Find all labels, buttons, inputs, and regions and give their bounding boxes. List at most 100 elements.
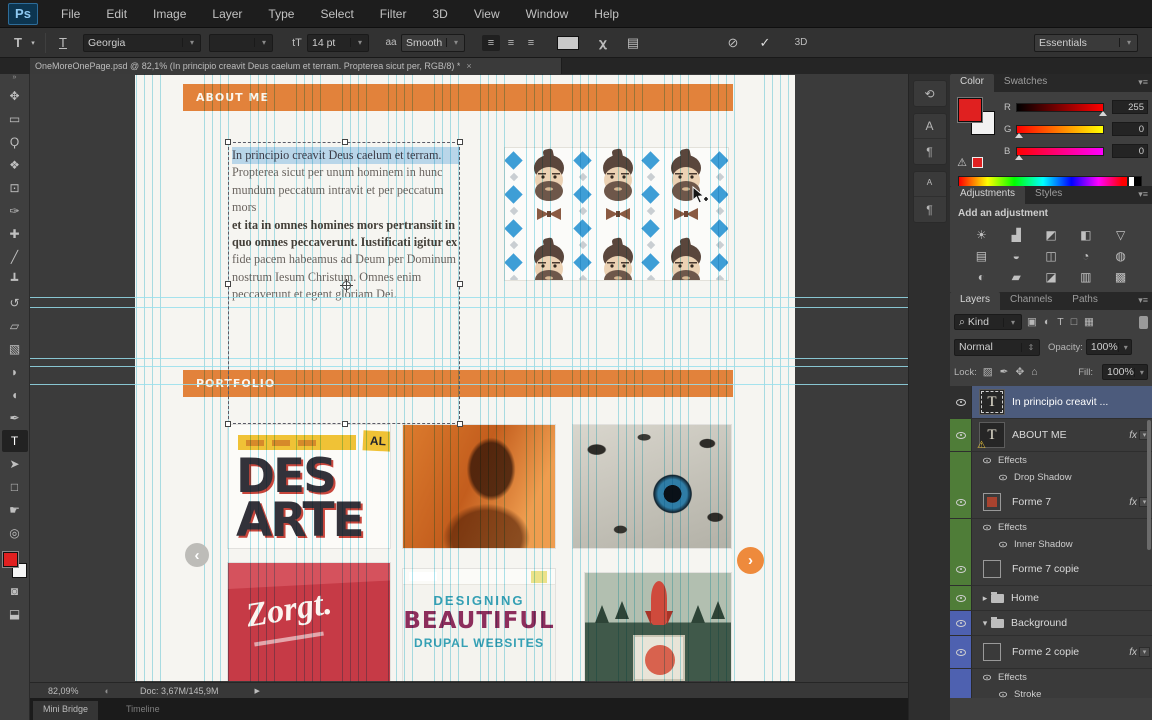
- visibility-eye-icon[interactable]: [955, 398, 966, 406]
- zoom-tool[interactable]: ◎: [2, 522, 28, 544]
- warp-text-icon[interactable]: 𝛘: [593, 35, 613, 51]
- document-viewport[interactable]: ABOUT ME In principio creavit Deus caelu…: [30, 74, 908, 682]
- quick-mask-icon[interactable]: ◙: [2, 580, 28, 602]
- character-icon[interactable]: A: [913, 114, 946, 139]
- channel-slider[interactable]: [1015, 146, 1104, 160]
- transform-handle[interactable]: [457, 139, 463, 145]
- layer-row[interactable]: Forme 2 copie fx ▾: [950, 636, 1152, 669]
- text-layer-bounding-box[interactable]: [225, 139, 463, 427]
- channel-mixer-icon[interactable]: ◍: [1103, 245, 1138, 266]
- filter-smart-objects-icon[interactable]: ▦: [1084, 316, 1094, 328]
- paragraph-icon[interactable]: ¶: [914, 139, 946, 164]
- channel-slider[interactable]: [1016, 102, 1107, 116]
- portfolio-thumb-poster[interactable]: AL DES ARTE: [228, 425, 390, 548]
- tab-channels[interactable]: Channels: [1000, 292, 1062, 310]
- filter-type-layers-icon[interactable]: T: [1057, 316, 1063, 328]
- effect-row[interactable]: Effects: [950, 519, 1152, 536]
- portfolio-thumb-rocket[interactable]: [585, 573, 731, 681]
- channel-value[interactable]: 0: [1112, 122, 1148, 136]
- eraser-tool[interactable]: ▱: [2, 315, 28, 337]
- transform-reference-point[interactable]: [340, 279, 353, 292]
- menu-window[interactable]: Window: [513, 7, 582, 21]
- lock-pixels-icon[interactable]: ✒: [1000, 366, 1009, 378]
- tab-layers[interactable]: Layers: [950, 292, 1001, 310]
- layer-body[interactable]: T In principio creavit ...: [972, 386, 1152, 418]
- font-style-select[interactable]: ▾: [209, 33, 273, 52]
- crop-tool[interactable]: ⊡: [2, 177, 28, 199]
- carousel-prev-button[interactable]: ‹: [185, 543, 209, 567]
- visibility-eye-icon[interactable]: [955, 648, 966, 656]
- filter-shape-layers-icon[interactable]: □: [1071, 316, 1077, 328]
- pattern-image[interactable]: [505, 148, 728, 280]
- slider-marker[interactable]: [1015, 154, 1023, 160]
- toggle-panels-icon[interactable]: ▤: [623, 35, 643, 51]
- transform-handle[interactable]: [225, 139, 231, 145]
- anti-alias-select[interactable]: Smooth ▾: [401, 33, 465, 52]
- fg-bg-color-widget[interactable]: [957, 97, 996, 136]
- photo-filter-icon[interactable]: ◔: [1068, 245, 1103, 266]
- lasso-tool[interactable]: Ϙ: [2, 131, 28, 153]
- hue-saturation-icon[interactable]: ▤: [964, 245, 999, 266]
- channel-value[interactable]: 255: [1112, 100, 1148, 114]
- group-expanded-icon[interactable]: ▾: [979, 618, 991, 629]
- history-icon[interactable]: ⟲: [914, 81, 946, 106]
- effect-visibility-eye-icon[interactable]: [983, 524, 991, 531]
- document-tab[interactable]: OneMoreOnePage.psd @ 82,1% (In principio…: [30, 58, 562, 74]
- tool-preset-icon[interactable]: T: [8, 35, 28, 50]
- transform-handle[interactable]: [225, 421, 231, 427]
- effect-row[interactable]: Effects: [950, 669, 1152, 686]
- blur-tool[interactable]: ◗: [2, 361, 28, 383]
- tab-styles[interactable]: Styles: [1025, 186, 1072, 204]
- panel-menu-icon[interactable]: ▾≡: [1138, 77, 1148, 88]
- posterize-icon[interactable]: ▰: [999, 266, 1034, 287]
- menu-image[interactable]: Image: [140, 7, 199, 21]
- brush-tool[interactable]: ╱: [2, 246, 28, 268]
- lock-transparency-icon[interactable]: ▨: [983, 366, 993, 378]
- tab-timeline[interactable]: Timeline: [116, 701, 170, 720]
- portfolio-thumb-leopard-eye[interactable]: [573, 425, 731, 548]
- zoom-level[interactable]: 82,09%: [48, 686, 79, 696]
- transform-handle[interactable]: [457, 421, 463, 427]
- status-flyout-icon[interactable]: ▶: [255, 687, 260, 695]
- hand-tool[interactable]: ☛: [2, 499, 28, 521]
- color-balance-icon[interactable]: ◒: [999, 245, 1034, 266]
- character-styles-icon[interactable]: ᴬ: [913, 172, 946, 197]
- layer-row[interactable]: Forme 7 fx ▾: [950, 486, 1152, 519]
- invert-icon[interactable]: ◐: [964, 266, 999, 287]
- selective-color-icon[interactable]: ▩: [1103, 266, 1138, 287]
- panel-menu-icon[interactable]: ▾≡: [1138, 189, 1148, 200]
- effects-collapse-icon[interactable]: ▾: [1139, 647, 1150, 657]
- transform-handle[interactable]: [457, 281, 463, 287]
- menu-edit[interactable]: Edit: [93, 7, 140, 21]
- effect-row[interactable]: Effects: [950, 452, 1152, 469]
- effect-visibility-eye-icon[interactable]: [983, 457, 991, 464]
- levels-icon[interactable]: ▟: [999, 224, 1034, 245]
- effect-row[interactable]: Inner Shadow: [950, 536, 1152, 553]
- menu-type[interactable]: Type: [255, 7, 307, 21]
- effect-row[interactable]: Stroke: [950, 686, 1152, 698]
- filter-adjustment-layers-icon[interactable]: ◐: [1044, 316, 1050, 328]
- channel-slider[interactable]: [1015, 124, 1104, 138]
- portfolio-thumb-zorgt[interactable]: Zorgt.: [228, 563, 390, 681]
- text-orientation-icon[interactable]: T: [53, 35, 73, 50]
- layer-body[interactable]: T ⚠ ABOUT ME fx ▾: [972, 419, 1152, 451]
- layer-row[interactable]: Forme 7 copie: [950, 553, 1152, 586]
- effect-visibility-eye-icon[interactable]: [983, 674, 991, 681]
- channel-value[interactable]: 0: [1112, 144, 1148, 158]
- gradient-map-icon[interactable]: ▥: [1068, 266, 1103, 287]
- visibility-eye-icon[interactable]: [955, 565, 966, 573]
- threshold-icon[interactable]: ◪: [1034, 266, 1069, 287]
- panel-menu-icon[interactable]: ▾≡: [1138, 295, 1148, 306]
- layer-row[interactable]: T ⚠ ABOUT ME fx ▾: [950, 419, 1152, 452]
- gamut-warning[interactable]: ⚠: [956, 156, 983, 169]
- gradient-tool[interactable]: ▧: [2, 338, 28, 360]
- move-tool[interactable]: ✥: [2, 85, 28, 107]
- transform-handle[interactable]: [342, 139, 348, 145]
- blend-mode-select[interactable]: Normal ⇕: [954, 338, 1040, 356]
- eyedropper-tool[interactable]: ✑: [2, 200, 28, 222]
- layer-body[interactable]: Forme 2 copie fx ▾: [972, 636, 1152, 668]
- menu-layer[interactable]: Layer: [199, 7, 255, 21]
- close-tab-icon[interactable]: ×: [466, 61, 471, 71]
- vibrance-icon[interactable]: ▽: [1103, 224, 1138, 245]
- tab-mini-bridge[interactable]: Mini Bridge: [33, 701, 99, 720]
